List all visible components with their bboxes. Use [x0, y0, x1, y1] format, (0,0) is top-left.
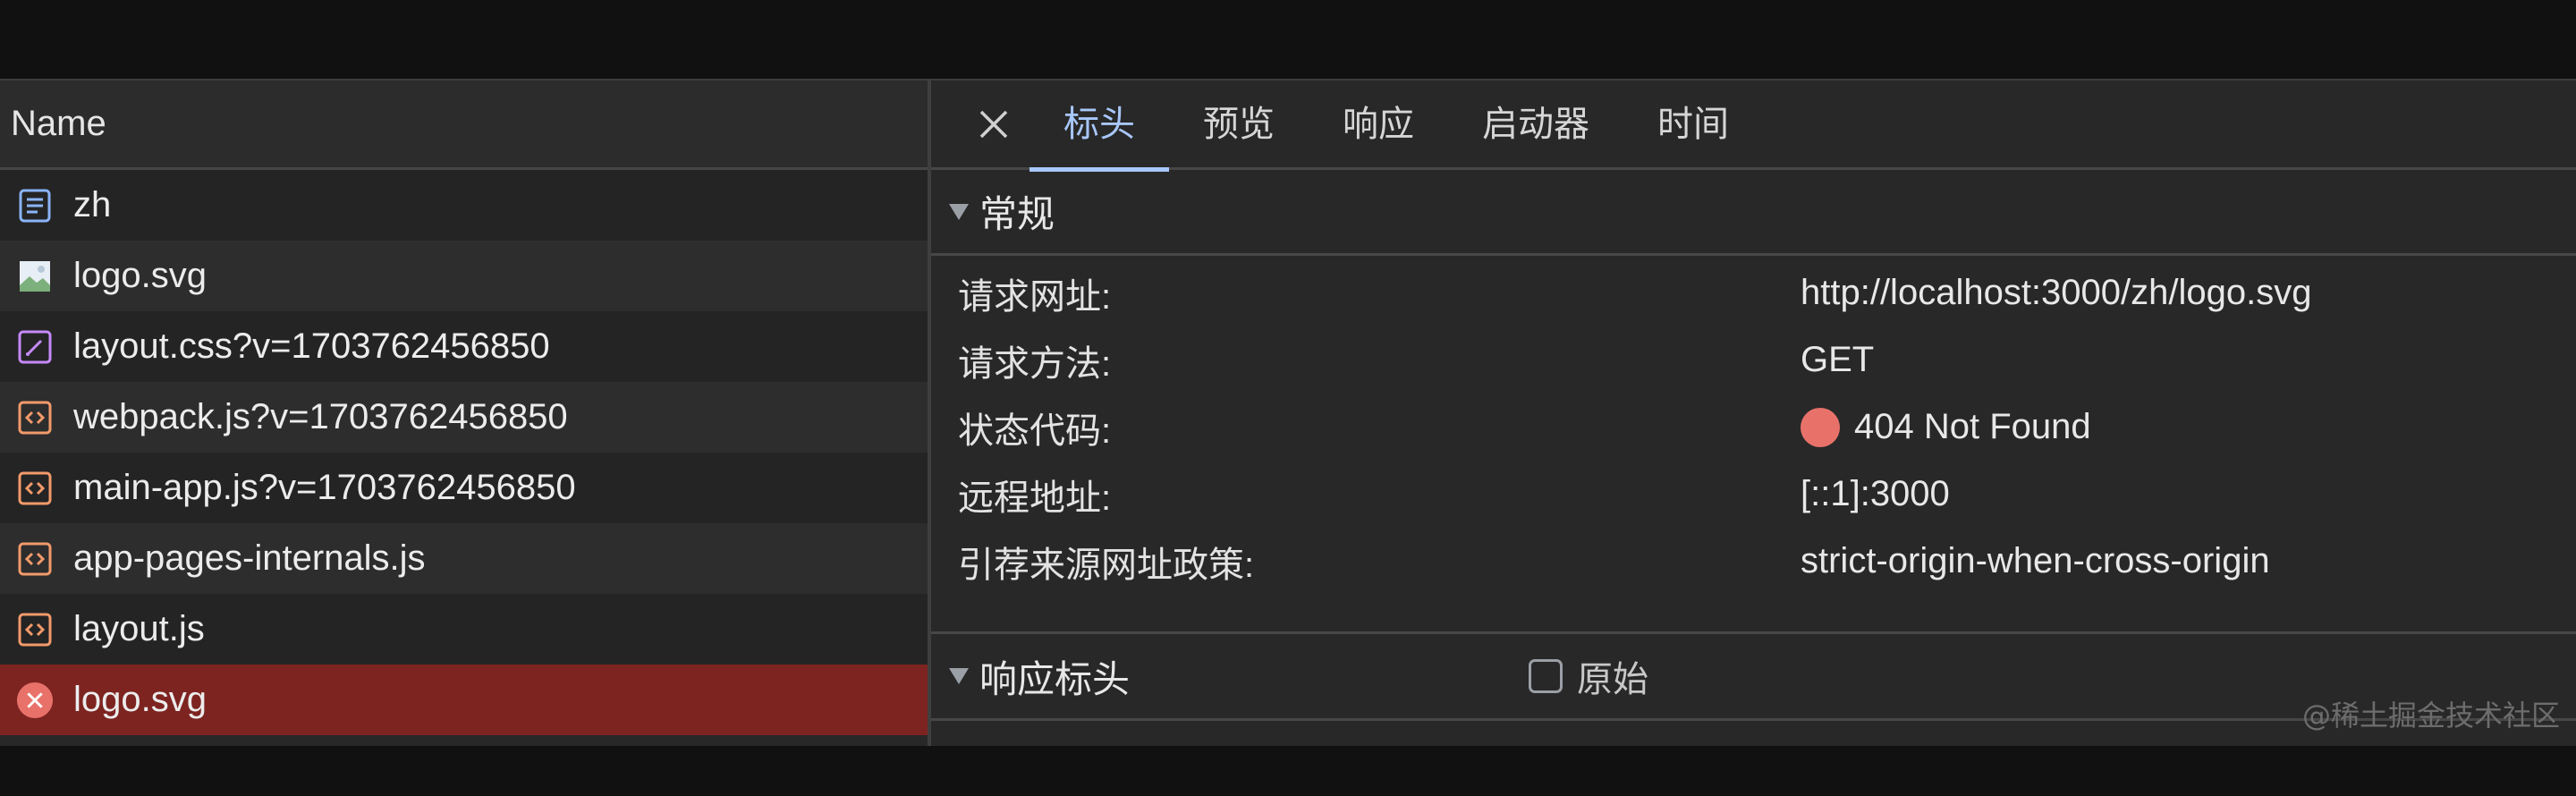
expand-triangle-icon: [949, 203, 969, 220]
name-column-label: Name: [11, 104, 106, 143]
error-icon: [16, 682, 54, 719]
general-section-title: 常规: [979, 193, 1055, 235]
close-icon: [979, 110, 1008, 138]
script-icon: [16, 611, 54, 648]
request-row-layout-js[interactable]: layout.js: [0, 594, 928, 665]
raw-toggle[interactable]: 原始: [1529, 650, 1648, 702]
kv-key: 远程地址:: [958, 478, 1112, 518]
kv-request-url: 请求网址: http://localhost:3000/zh/logo.svg: [958, 259, 2568, 326]
tab-timing[interactable]: 时间: [1623, 80, 1763, 169]
general-section-header[interactable]: 常规: [931, 170, 2576, 256]
request-row-main-app-js[interactable]: main-app.js?v=1703762456850: [0, 453, 928, 523]
script-icon: [16, 399, 54, 436]
expand-triangle-icon: [949, 668, 969, 684]
script-icon: [16, 540, 54, 578]
kv-status-code: 状态代码: 404 Not Found: [958, 394, 2568, 461]
watermark: @稀土掘金技术社区: [2301, 699, 2560, 732]
request-name: main-app.js?v=1703762456850: [73, 468, 576, 507]
kv-key: 引荐来源网址政策:: [958, 545, 1255, 585]
tab-initiator[interactable]: 启动器: [1448, 80, 1623, 169]
tab-preview[interactable]: 预览: [1169, 80, 1309, 169]
request-name: logo.svg: [73, 256, 207, 295]
image-icon: [16, 258, 54, 295]
kv-referrer-policy: 引荐来源网址政策: strict-origin-when-cross-origi…: [958, 528, 2568, 595]
status-code-value: 404 Not Found: [1801, 407, 2091, 447]
remote-address-value: [::1]:3000: [1801, 474, 1950, 513]
status-error-dot-icon: [1801, 407, 1840, 447]
raw-label: 原始: [1577, 660, 1648, 699]
request-method-value: GET: [1801, 340, 1875, 379]
status-code-text: 404 Not Found: [1854, 407, 2091, 446]
devtools-network-panel: Name zh logo.svg layout.css?v=1703762456…: [0, 79, 2576, 746]
raw-checkbox[interactable]: [1529, 659, 1563, 693]
request-row-logo-svg-failed[interactable]: logo.svg: [0, 665, 928, 735]
response-headers-title: 响应标头: [979, 657, 1131, 700]
request-row-logo-svg[interactable]: logo.svg: [0, 241, 928, 311]
kv-key: 请求网址:: [958, 276, 1112, 317]
request-name: app-pages-internals.js: [73, 538, 426, 578]
request-row-webpack-js[interactable]: webpack.js?v=1703762456850: [0, 382, 928, 453]
close-details-button[interactable]: [967, 97, 1021, 151]
stylesheet-icon: [16, 328, 54, 366]
request-url-value: http://localhost:3000/zh/logo.svg: [1801, 273, 2312, 312]
referrer-policy-value: strict-origin-when-cross-origin: [1801, 541, 2270, 580]
details-tabbar: 标头 预览 响应 启动器 时间: [931, 80, 2576, 172]
kv-remote-address: 远程地址: [::1]:3000: [958, 461, 2568, 528]
request-details: 标头 预览 响应 启动器 时间 常规 请求网址: http://localhos…: [931, 80, 2576, 746]
tab-response[interactable]: 响应: [1309, 80, 1448, 169]
request-list: Name zh logo.svg layout.css?v=1703762456…: [0, 80, 928, 746]
kv-key: 状态代码:: [958, 411, 1112, 451]
kv-key: 请求方法:: [958, 343, 1112, 384]
request-name: layout.js: [73, 609, 205, 648]
script-icon: [16, 470, 54, 507]
request-row-zh[interactable]: zh: [0, 170, 928, 241]
kv-request-method: 请求方法: GET: [958, 326, 2568, 394]
request-name: webpack.js?v=1703762456850: [73, 397, 568, 436]
request-row-layout-css[interactable]: layout.css?v=1703762456850: [0, 311, 928, 382]
document-icon: [16, 187, 54, 224]
request-row-app-pages-internals-js[interactable]: app-pages-internals.js: [0, 523, 928, 594]
request-name: logo.svg: [73, 680, 207, 719]
tab-headers[interactable]: 标头: [1030, 80, 1169, 172]
name-column-header[interactable]: Name: [0, 80, 928, 170]
request-name: zh: [73, 185, 112, 224]
request-name: layout.css?v=1703762456850: [73, 326, 550, 366]
